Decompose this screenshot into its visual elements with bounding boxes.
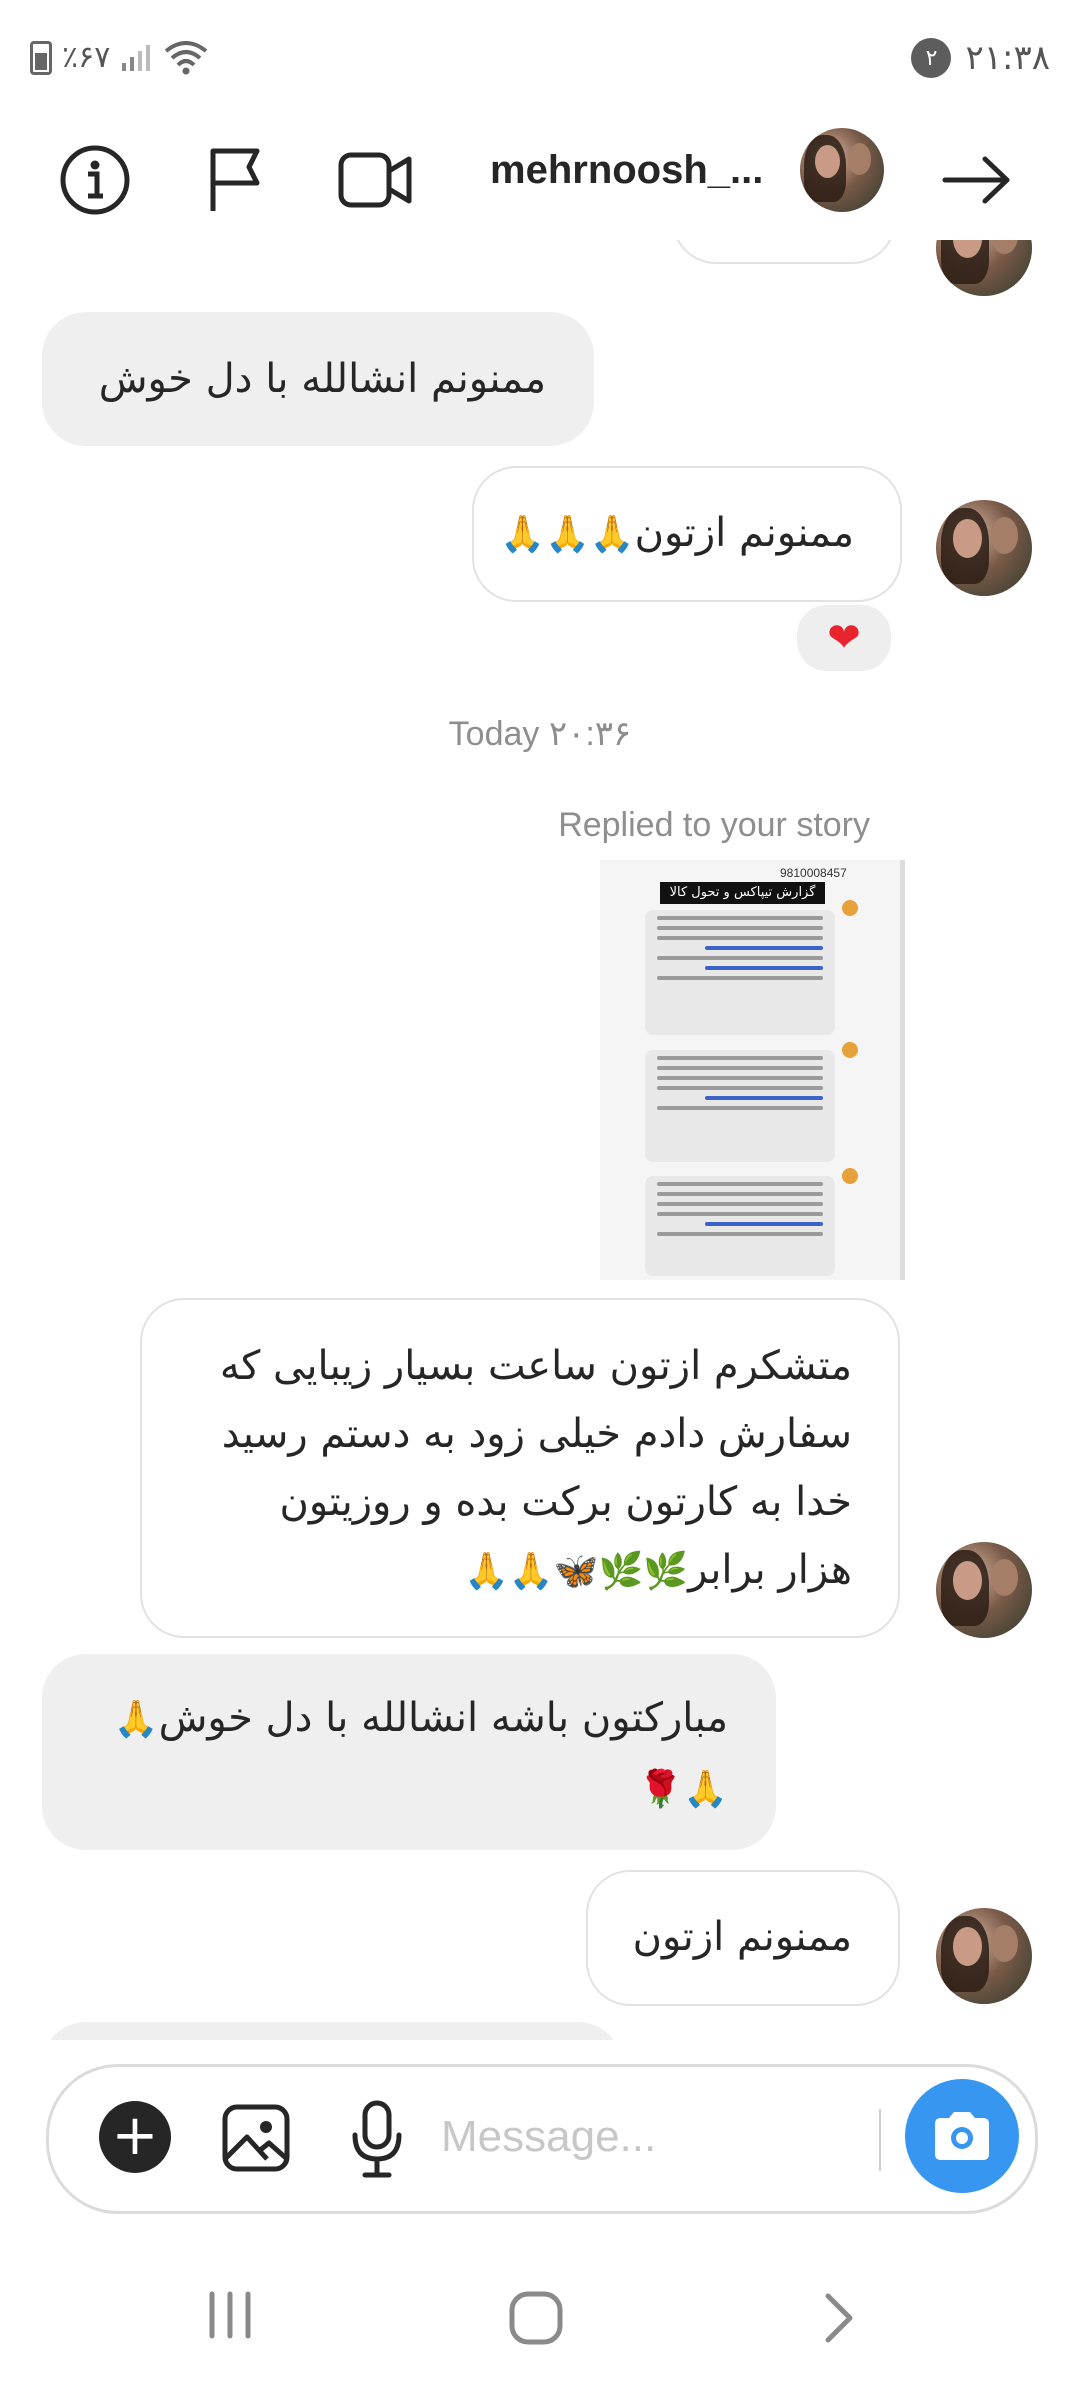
- received-message[interactable]: ممنونم انشالله با دل خوش: [42, 312, 594, 446]
- message-emoji: 🌹🙏: [638, 1769, 728, 1810]
- recent-apps-icon: [209, 2291, 251, 2339]
- back-nav-button[interactable]: [818, 2290, 858, 2350]
- sender-avatar[interactable]: [936, 1542, 1032, 1638]
- sender-avatar[interactable]: [936, 1908, 1032, 2004]
- recent-apps-button[interactable]: [200, 2290, 260, 2344]
- image-icon: [222, 2104, 290, 2172]
- add-button[interactable]: +: [99, 2101, 171, 2173]
- replied-label: Replied to your story: [558, 806, 870, 844]
- plus-icon: +: [111, 2103, 159, 2168]
- message-line: هزار برابر: [688, 1547, 852, 1593]
- message-emoji: 🙏: [113, 1699, 159, 1740]
- notification-badge: ۲: [911, 38, 952, 78]
- chevron-right-icon: [825, 2293, 853, 2343]
- story-sms-card: [645, 910, 835, 1035]
- camera-icon: [935, 2112, 989, 2160]
- status-left: ٪۶۷: [30, 40, 208, 75]
- back-button[interactable]: [932, 135, 1022, 225]
- battery-icon: [30, 40, 52, 75]
- clock: ۲۱:۳۸: [965, 38, 1050, 78]
- sender-avatar[interactable]: [936, 500, 1032, 596]
- chat-avatar[interactable]: [800, 128, 884, 212]
- message-bubble-partial[interactable]: [672, 240, 896, 264]
- status-bar: ٪۶۷ ۲ ۲۱:۳۸: [0, 0, 1080, 120]
- video-camera-icon: [338, 152, 412, 208]
- message-line: متشکرم ازتون ساعت بسیار زیبایی که: [219, 1343, 852, 1389]
- report-button[interactable]: [190, 135, 280, 225]
- message-input[interactable]: [439, 2111, 903, 2163]
- chat-username[interactable]: mehrnoosh_...: [490, 148, 763, 193]
- story-sms-card: [645, 1050, 835, 1162]
- heart-reaction-icon: ❤: [827, 615, 861, 661]
- date-separator: Today ۲۰:۳۶: [448, 715, 632, 753]
- story-preview[interactable]: 9810008457 گزارش تیپاکس و تحول کالا: [600, 860, 905, 1280]
- signal-icon: [122, 44, 151, 71]
- story-title: گزارش تیپاکس و تحول کالا: [660, 882, 825, 904]
- camera-button[interactable]: [905, 2079, 1019, 2193]
- sent-message[interactable]: متشکرم ازتون ساعت بسیار زیبایی که سفارش …: [140, 1298, 900, 1638]
- received-message-partial[interactable]: [42, 2022, 622, 2040]
- video-call-button[interactable]: [330, 135, 420, 225]
- arrow-right-icon: [942, 156, 1010, 204]
- info-button[interactable]: [50, 135, 140, 225]
- message-text: ممنونم انشالله با دل خوش: [98, 356, 546, 402]
- status-right: ۲ ۲۱:۳۸: [911, 38, 1050, 78]
- story-sms-card: [645, 1176, 835, 1276]
- home-button[interactable]: [508, 2290, 564, 2350]
- composer-divider: [879, 2109, 881, 2171]
- message-text: ممنونم ازتون: [632, 1914, 852, 1960]
- received-message[interactable]: مبارکتون باشه انشالله با دل خوش🙏 🌹🙏: [42, 1654, 776, 1850]
- message-emoji: 🙏🙏🦋🌿🌿: [464, 1551, 689, 1592]
- wifi-icon: [165, 40, 208, 74]
- message-emoji: 🙏🙏🙏: [500, 514, 635, 555]
- flag-icon: [210, 148, 260, 211]
- chat-header: mehrnoosh_...: [0, 120, 1080, 240]
- message-text: مبارکتون باشه انشالله با دل خوش: [158, 1695, 728, 1741]
- info-icon: [60, 145, 130, 215]
- sender-avatar[interactable]: [936, 240, 1032, 296]
- sent-message[interactable]: ممنونم ازتون: [586, 1870, 900, 2006]
- reaction-badge[interactable]: ❤: [794, 602, 894, 674]
- story-number: 9810008457: [780, 866, 847, 880]
- message-thread[interactable]: ممنونم انشالله با دل خوش ممنونم ازتون🙏🙏🙏…: [0, 240, 1080, 2040]
- gallery-button[interactable]: [221, 2103, 291, 2177]
- home-icon: [509, 2291, 563, 2345]
- microphone-icon: [352, 2100, 402, 2178]
- sent-message[interactable]: ممنونم ازتون🙏🙏🙏: [472, 466, 902, 602]
- battery-level: ٪۶۷: [62, 40, 111, 75]
- message-line: خدا به کارتون برکت بده و روزیتون: [279, 1479, 852, 1525]
- message-text: ممنونم ازتون: [634, 510, 854, 556]
- message-composer: +: [46, 2064, 1038, 2214]
- message-line: سفارش دادم خیلی زود به دستم رسید: [221, 1411, 852, 1457]
- system-nav-bar: [0, 2240, 1080, 2400]
- voice-button[interactable]: [349, 2099, 405, 2183]
